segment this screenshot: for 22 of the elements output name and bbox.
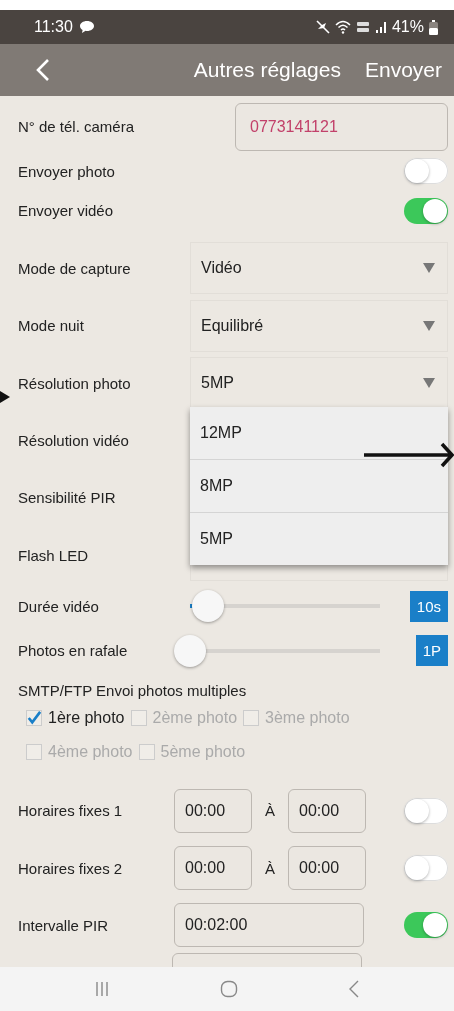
setting-label: Envoyer photo [18,162,115,180]
value-badge: 10s [409,590,448,622]
setting-label: Durée vidéo [18,597,100,615]
setting-label: Horaires fixes 1 [18,802,124,820]
setting-label: Résolution photo [18,374,132,392]
setting-label: Flash LED [18,546,90,564]
setting-label: Intervalle PIR [18,916,110,934]
setting-label: Horaires fixes 2 [18,859,124,877]
screen-title: Autres réglages [193,58,341,82]
setting-label: Mode nuit [18,317,85,335]
setting-label: Mode de capture [18,259,132,277]
setting-label: Photos en rafale [18,642,129,660]
setting-label: N° de tél. caméra [18,118,136,136]
battery-percent: 41% [391,18,424,36]
to-label: À [264,859,276,877]
setting-label: Envoyer vidéo [18,202,114,220]
clock-time: 11:30 [34,18,73,36]
setting-label: Résolution vidéo [18,432,130,450]
value-badge: 1P [415,635,448,667]
setting-label: Sensibilité PIR [18,489,117,507]
section-label: SMTP/FTP Envoi photos multiples [18,680,248,701]
to-label: À [264,802,276,820]
